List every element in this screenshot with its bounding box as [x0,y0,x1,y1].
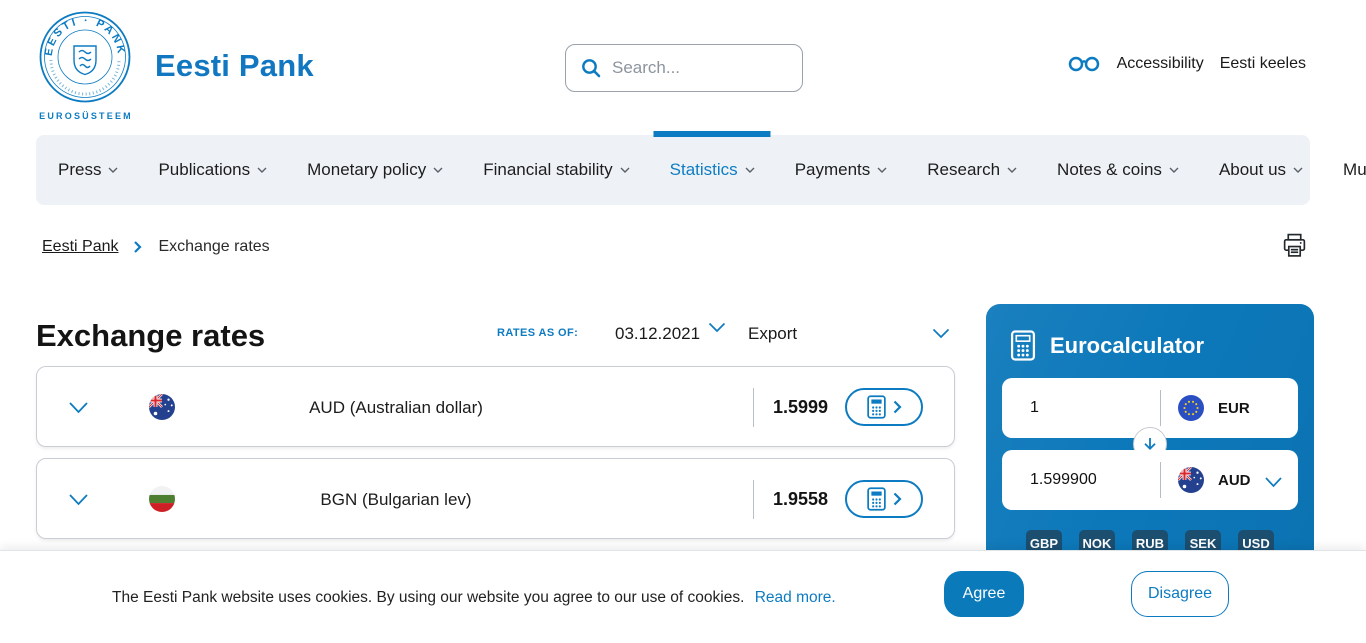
nav-item-notes-coins[interactable]: Notes & coins [1057,135,1179,205]
currency-name: AUD (Australian dollar) [97,398,695,418]
nav-item-about-us[interactable]: About us [1219,135,1303,205]
chevron-right-icon [893,492,902,506]
cookie-disagree-button[interactable]: Disagree [1131,571,1229,617]
nav-item-museum[interactable]: Museum [1343,135,1366,205]
chevron-down-icon [708,322,726,333]
rate-row-bgn[interactable]: BGN (Bulgarian lev) 1.9558 [36,458,955,539]
chevron-down-icon [1169,167,1179,173]
chevron-right-icon [134,241,142,253]
accessibility-link[interactable]: Accessibility [1117,55,1204,73]
cookie-message: The Eesti Pank website uses cookies. By … [112,589,836,607]
chevron-down-icon [620,167,630,173]
chevron-down-icon [745,167,755,173]
nav-label: About us [1219,160,1286,180]
eesti-pank-logo[interactable]: EESTI · PANK EUROSÜSTEEM [38,10,134,121]
chevron-down-icon [1007,167,1017,173]
export-chevron-down-icon[interactable] [932,326,950,344]
rates-as-of-label: RATES AS OF: [497,327,578,339]
search-input[interactable] [612,58,833,78]
calculator-icon [867,395,886,419]
nav-item-financial-stability[interactable]: Financial stability [483,135,629,205]
nav-item-monetary-policy[interactable]: Monetary policy [307,135,443,205]
chevron-down-icon [108,167,118,173]
eurocalculator-title: Eurocalculator [1050,333,1204,359]
search-box [565,44,803,92]
row-expand-chevron-down-icon[interactable] [68,493,89,511]
nav-label: Notes & coins [1057,160,1162,180]
active-tab-indicator [654,131,771,137]
calculator-icon [867,487,886,511]
cookie-read-more-link[interactable]: Read more. [755,589,836,606]
eur-flag-icon [1178,395,1204,421]
calculator-icon [1010,330,1036,361]
nav-label: Statistics [670,160,738,180]
svg-text:EESTI · PANK: EESTI · PANK [43,15,127,57]
breadcrumb-current: Exchange rates [158,238,269,256]
header-utility-links: Accessibility Eesti keeles [1067,54,1306,73]
divider [753,480,754,519]
rate-row-aud[interactable]: AUD (Australian dollar) 1.5999 [36,366,955,447]
currency-rate-value: 1.5999 [773,397,828,418]
eur-amount-input[interactable] [1030,399,1140,417]
nav-label: Research [927,160,1000,180]
nav-item-payments[interactable]: Payments [795,135,888,205]
currency-rate-value: 1.9558 [773,489,828,510]
from-currency-code: EUR [1218,400,1250,417]
open-calculator-button[interactable] [845,480,923,518]
calculator-to-field: AUD [1002,450,1298,510]
nav-label: Payments [795,160,871,180]
divider [753,388,754,427]
export-menu[interactable]: Export [748,324,797,344]
breadcrumb: Eesti Pank Exchange rates [42,238,270,256]
currency-name: BGN (Bulgarian lev) [97,490,695,510]
cookie-banner: The Eesti Pank website uses cookies. By … [0,550,1366,643]
eesti-pank-exchange-rates-page: EESTI · PANK EUROSÜSTEEM Eesti Pank [0,0,1366,643]
search-icon[interactable] [580,57,602,79]
nav-label: Museum [1343,160,1366,180]
nav-label: Publications [158,160,250,180]
print-icon[interactable] [1281,232,1308,264]
cookie-agree-button[interactable]: Agree [944,571,1024,617]
nav-item-statistics[interactable]: Statistics [670,135,755,205]
divider [1160,390,1161,426]
brand-wordmark[interactable]: Eesti Pank [155,48,314,84]
chevron-down-icon [257,167,267,173]
eesti-pank-seal-icon: EESTI · PANK [38,10,132,104]
main-navigation: Press Publications Monetary policy Finan… [36,135,1310,205]
open-calculator-button[interactable] [845,388,923,426]
chevron-down-icon [1293,167,1303,173]
language-switch-link[interactable]: Eesti keeles [1220,55,1306,73]
eurocalculator-header: Eurocalculator [1010,330,1204,361]
chevron-down-icon [877,167,887,173]
aud-flag-icon [1178,467,1204,493]
currency-select-chevron-down-icon[interactable] [1264,475,1283,493]
chevron-right-icon [893,400,902,414]
to-currency-code: AUD [1218,472,1251,489]
breadcrumb-home-link[interactable]: Eesti Pank [42,238,118,256]
accessibility-glasses-icon[interactable] [1067,54,1101,73]
logo-caption: EUROSÜSTEEM [38,111,134,121]
rates-date-selector[interactable]: 03.12.2021 [615,324,726,344]
cookie-message-text: The Eesti Pank website uses cookies. By … [112,589,744,606]
nav-label: Financial stability [483,160,612,180]
divider [1160,462,1161,498]
nav-item-research[interactable]: Research [927,135,1017,205]
chevron-down-icon [433,167,443,173]
nav-item-publications[interactable]: Publications [158,135,267,205]
nav-label: Press [58,160,101,180]
nav-label: Monetary policy [307,160,426,180]
rates-date-value: 03.12.2021 [615,324,700,344]
row-expand-chevron-down-icon[interactable] [68,401,89,419]
converted-amount-input[interactable] [1030,471,1140,489]
page-title: Exchange rates [36,318,265,354]
nav-item-press[interactable]: Press [58,135,118,205]
